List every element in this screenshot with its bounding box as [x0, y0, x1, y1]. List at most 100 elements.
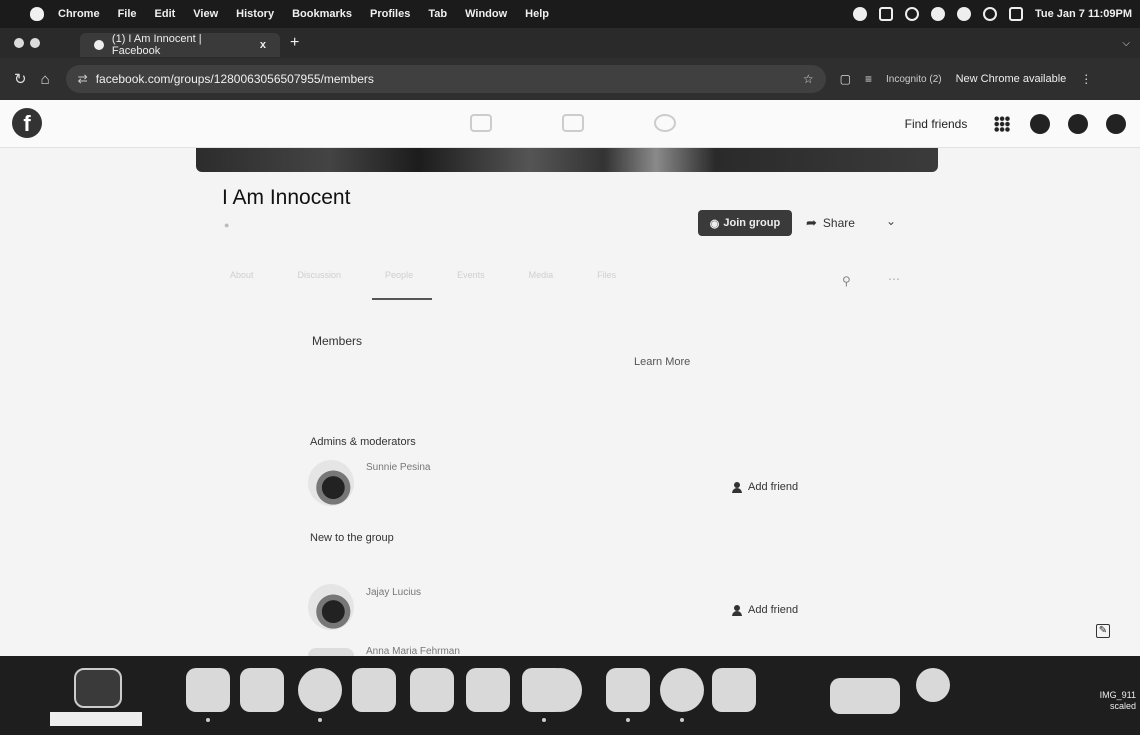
- preview-window-icon[interactable]: [830, 678, 900, 714]
- site-settings-icon[interactable]: ⇄: [78, 72, 88, 86]
- bookmark-star-icon[interactable]: ☆: [803, 72, 814, 86]
- finder-window-thumbnail-icon[interactable]: [74, 668, 122, 708]
- photos-icon[interactable]: [352, 668, 396, 712]
- new-message-compose-icon[interactable]: ✎: [1096, 624, 1110, 638]
- menu-chrome[interactable]: Chrome: [58, 8, 100, 20]
- avatar[interactable]: [308, 460, 354, 506]
- tab-events[interactable]: Events: [457, 270, 485, 280]
- notes-icon[interactable]: [466, 668, 510, 712]
- address-bar[interactable]: ⇄ facebook.com/groups/1280063056507955/m…: [65, 65, 826, 93]
- group-privacy-info: ●: [224, 220, 230, 230]
- browser-tab-title: (1) I Am Innocent | Facebook: [111, 33, 202, 57]
- avatar-image: [308, 460, 354, 506]
- find-friends-button[interactable]: Find friends: [892, 112, 980, 136]
- group-cover-photo: [196, 148, 938, 172]
- menu-tab[interactable]: Tab: [428, 8, 447, 20]
- menu-edit[interactable]: Edit: [155, 8, 176, 20]
- group-more-icon[interactable]: ⋯: [888, 272, 900, 286]
- downloads-folder-icon[interactable]: [916, 668, 950, 702]
- avatar[interactable]: [308, 584, 354, 630]
- tab-discussion[interactable]: Discussion: [298, 270, 342, 280]
- menubar-clock[interactable]: Tue Jan 7 11:09PM: [1035, 8, 1132, 20]
- calendar-icon[interactable]: [606, 668, 650, 712]
- facebook-logo-icon[interactable]: f: [12, 108, 42, 138]
- url-text[interactable]: facebook.com/groups/1280063056507955/mem…: [96, 72, 374, 86]
- learn-more-link[interactable]: Learn More: [634, 356, 690, 368]
- add-friend-label: Add friend: [748, 604, 799, 616]
- menu-bookmarks[interactable]: Bookmarks: [292, 8, 352, 20]
- macos-dock: IMG_911 scaled: [0, 656, 1140, 735]
- tab-about[interactable]: About: [230, 270, 254, 280]
- wifi-icon[interactable]: [956, 7, 971, 21]
- window-controls: [14, 38, 40, 48]
- spotlight-search-icon[interactable]: [982, 7, 997, 21]
- dock-file-thumbnail-label[interactable]: IMG_911 scaled: [1090, 690, 1136, 712]
- join-group-button[interactable]: ◉ Join group: [698, 210, 792, 236]
- incognito-indicator[interactable]: Incognito (2): [886, 74, 942, 85]
- messages-icon[interactable]: [298, 668, 342, 712]
- group-people-icon: ◉: [709, 217, 720, 230]
- battery-icon[interactable]: [930, 7, 945, 21]
- add-person-icon: [732, 604, 742, 616]
- apple-icon[interactable]: [30, 7, 44, 21]
- tab-list-chevron-icon[interactable]: ⌵: [1122, 38, 1130, 49]
- group-search-icon[interactable]: ⚲: [842, 274, 851, 288]
- menu-window[interactable]: Window: [465, 8, 507, 20]
- menu-view[interactable]: View: [193, 8, 218, 20]
- media-status-icon[interactable]: [904, 7, 919, 21]
- menu-profiles[interactable]: Profiles: [370, 8, 410, 20]
- minimize-window-icon[interactable]: [30, 38, 40, 48]
- chrome-update-button[interactable]: New Chrome available: [956, 73, 1067, 85]
- launchpad-icon[interactable]: [240, 668, 284, 712]
- close-window-icon[interactable]: [14, 38, 24, 48]
- contacts-icon[interactable]: [410, 668, 454, 712]
- status-area: Tue Jan 7 11:09PM: [852, 0, 1132, 28]
- new-tab-button[interactable]: +: [290, 34, 299, 52]
- menu-history[interactable]: History: [236, 8, 274, 20]
- more-options-chevron-icon[interactable]: ⌄: [886, 214, 896, 228]
- menu-file[interactable]: File: [118, 8, 137, 20]
- whatsapp-icon[interactable]: [660, 668, 704, 712]
- join-group-label: Join group: [723, 217, 781, 229]
- admins-heading: Admins & moderators: [310, 436, 416, 448]
- browser-tab-strip: (1) I Am Innocent | Facebook x + ⌵: [0, 28, 1140, 58]
- avatar[interactable]: [308, 648, 354, 656]
- chat-status-icon[interactable]: [852, 7, 867, 21]
- share-arrow-icon: ➦: [806, 215, 817, 230]
- member-name-new-1[interactable]: Jajay Lucius: [366, 587, 421, 598]
- member-name-admin[interactable]: Sunnie Pesina: [366, 462, 431, 473]
- marketplace-tab-icon[interactable]: [562, 114, 584, 132]
- finder-icon[interactable]: [186, 668, 230, 712]
- safari-icon[interactable]: [538, 668, 582, 712]
- running-indicator-icon: [206, 718, 210, 722]
- running-indicator-icon: [318, 718, 322, 722]
- profile-avatar-icon[interactable]: [1106, 114, 1126, 134]
- facebook-favicon-icon: [94, 40, 104, 50]
- notifications-bell-icon[interactable]: [1068, 114, 1088, 134]
- home-icon[interactable]: ⌂: [41, 71, 50, 88]
- reading-list-icon[interactable]: ≡: [865, 72, 872, 86]
- add-friend-button-admin[interactable]: Add friend: [732, 481, 798, 493]
- tab-files[interactable]: Files: [597, 270, 616, 280]
- running-indicator-icon: [542, 718, 546, 722]
- add-friend-button-new-1[interactable]: Add friend: [732, 604, 798, 616]
- add-person-icon: [732, 481, 742, 493]
- video-tab-icon[interactable]: [470, 114, 492, 132]
- control-center-icon[interactable]: [1008, 7, 1023, 21]
- cast-icon[interactable]: ▢: [840, 72, 851, 86]
- share-button[interactable]: ➦ Share: [806, 212, 876, 234]
- tab-media[interactable]: Media: [529, 270, 554, 280]
- phone-icon[interactable]: [712, 668, 756, 712]
- tab-people[interactable]: People: [385, 270, 413, 280]
- menu-grid-icon[interactable]: [994, 116, 1010, 132]
- dock-tooltip-bar: [50, 712, 142, 726]
- browser-toolbar: ↻ ⌂ ⇄ facebook.com/groups/12800630565079…: [0, 58, 1140, 100]
- menu-help[interactable]: Help: [525, 8, 549, 20]
- messenger-icon[interactable]: [1030, 114, 1050, 134]
- tab-close-icon[interactable]: x: [260, 39, 266, 51]
- groups-tab-icon[interactable]: [654, 114, 676, 132]
- reload-icon[interactable]: ↻: [14, 70, 27, 88]
- screen-status-icon[interactable]: [878, 7, 893, 21]
- chrome-menu-icon[interactable]: ⋮: [1080, 72, 1092, 86]
- browser-tab[interactable]: (1) I Am Innocent | Facebook x: [80, 33, 280, 57]
